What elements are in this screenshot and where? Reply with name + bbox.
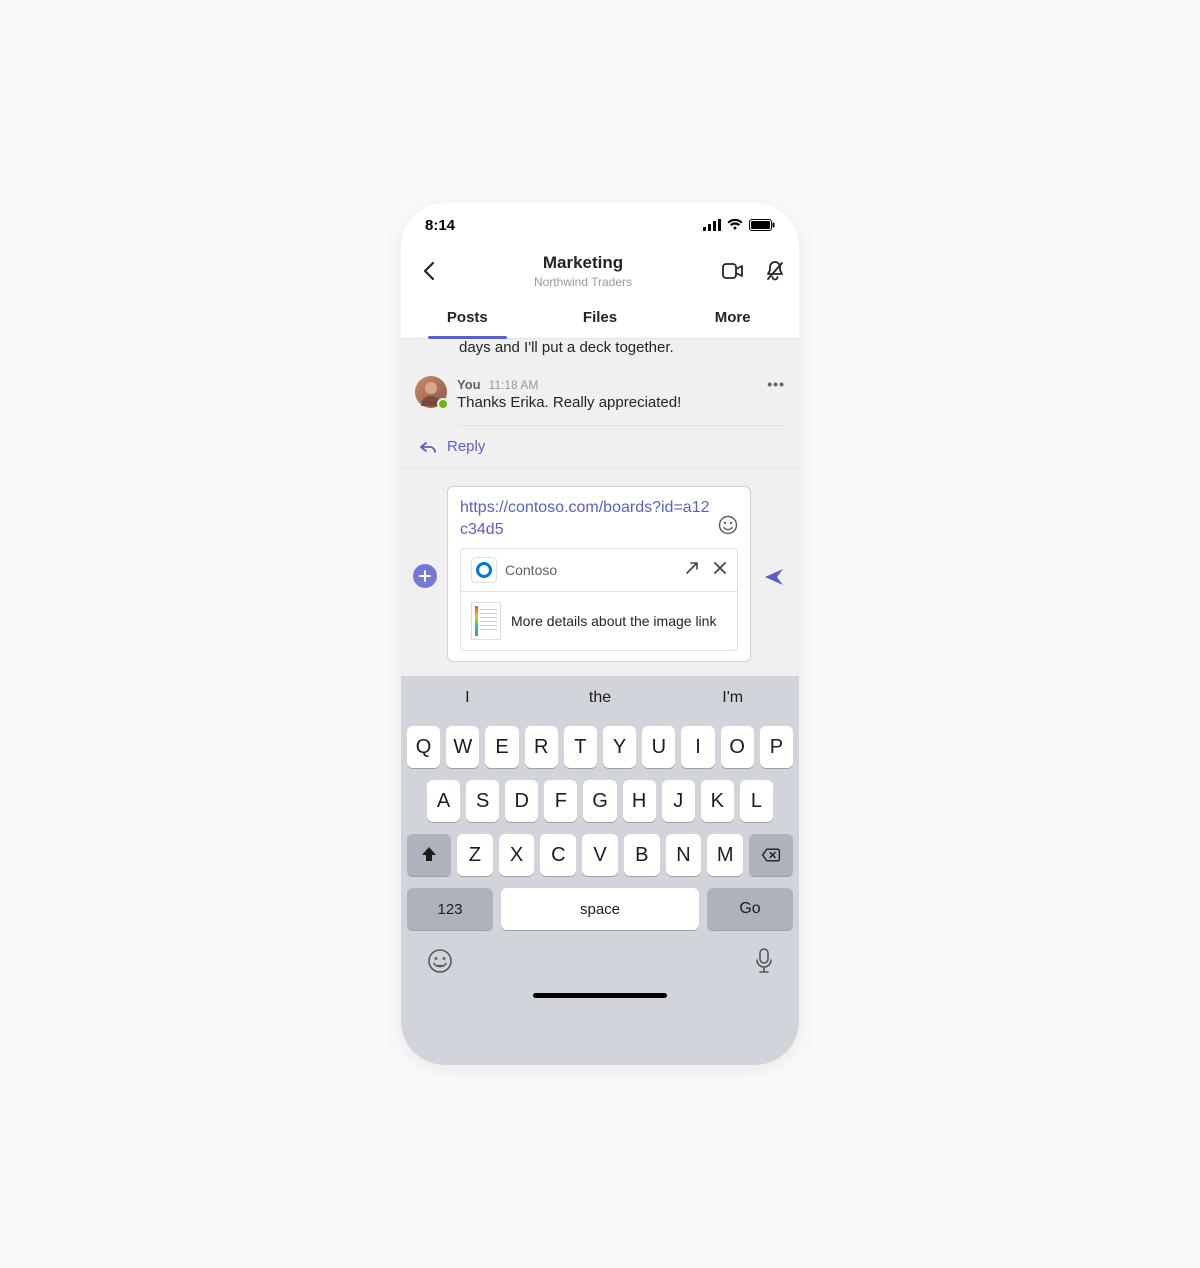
- key-u[interactable]: U: [642, 726, 675, 768]
- key-p[interactable]: P: [760, 726, 793, 768]
- shift-key[interactable]: [407, 834, 451, 876]
- dictation-button[interactable]: [755, 948, 773, 979]
- key-b[interactable]: B: [624, 834, 660, 876]
- key-n[interactable]: N: [666, 834, 702, 876]
- close-icon: [713, 561, 727, 575]
- key-z[interactable]: Z: [457, 834, 493, 876]
- expand-card-button[interactable]: [685, 561, 699, 580]
- compose-input[interactable]: https://contoso.com/boards?id=a12c34d5: [460, 497, 712, 540]
- expand-icon: [685, 561, 699, 575]
- message-more-button[interactable]: •••: [767, 376, 785, 392]
- keyboard: I the I'm QWERTYUIOP ASDFGHJKL ZXCVBNM 1…: [401, 676, 799, 1065]
- backspace-key[interactable]: [749, 834, 793, 876]
- key-q[interactable]: Q: [407, 726, 440, 768]
- channel-title: Marketing: [455, 253, 711, 273]
- keyboard-row: QWERTYUIOP: [401, 720, 799, 774]
- prev-message-fragment: days and I'll put a deck together.: [401, 339, 799, 366]
- battery-icon: [749, 219, 775, 231]
- presence-indicator: [437, 398, 449, 410]
- cellular-icon: [703, 219, 721, 231]
- keyboard-row: ASDFGHJKL: [401, 774, 799, 828]
- numbers-key[interactable]: 123: [407, 888, 493, 930]
- key-w[interactable]: W: [446, 726, 479, 768]
- key-r[interactable]: R: [525, 726, 558, 768]
- suggestion[interactable]: I'm: [666, 689, 799, 707]
- notifications-button[interactable]: [763, 259, 787, 283]
- message-time: 11:18 AM: [489, 378, 539, 392]
- space-key[interactable]: space: [501, 888, 699, 930]
- shift-icon: [419, 845, 439, 865]
- compose-area: https://contoso.com/boards?id=a12c34d5 C…: [401, 467, 799, 676]
- key-e[interactable]: E: [485, 726, 518, 768]
- reply-icon: [419, 439, 437, 455]
- message-list[interactable]: days and I'll put a deck together. You 1…: [401, 339, 799, 467]
- header: Marketing Northwind Traders: [401, 247, 799, 299]
- key-i[interactable]: I: [681, 726, 714, 768]
- key-s[interactable]: S: [466, 780, 499, 822]
- keyboard-row: 123 space Go: [401, 882, 799, 936]
- team-subtitle: Northwind Traders: [455, 275, 711, 289]
- phone-frame: 8:14 Marketing Northwind Traders Posts F…: [401, 203, 799, 1065]
- meet-button[interactable]: [721, 259, 745, 283]
- key-k[interactable]: K: [701, 780, 734, 822]
- keyboard-suggestions: I the I'm: [401, 676, 799, 720]
- app-name: Contoso: [505, 562, 677, 578]
- key-o[interactable]: O: [721, 726, 754, 768]
- tab-files[interactable]: Files: [534, 299, 667, 338]
- key-y[interactable]: Y: [603, 726, 636, 768]
- suggestion[interactable]: I: [401, 689, 534, 707]
- suggestion[interactable]: the: [534, 689, 667, 707]
- status-bar: 8:14: [401, 203, 799, 247]
- plus-icon: [419, 570, 431, 582]
- link-preview-card[interactable]: Contoso More details about the image lin…: [460, 548, 738, 651]
- card-description: More details about the image link: [511, 612, 716, 630]
- tab-more[interactable]: More: [666, 299, 799, 338]
- key-m[interactable]: M: [707, 834, 743, 876]
- key-h[interactable]: H: [623, 780, 656, 822]
- key-t[interactable]: T: [564, 726, 597, 768]
- tab-posts[interactable]: Posts: [401, 299, 534, 338]
- emoji-button[interactable]: [718, 515, 738, 540]
- smile-icon: [718, 515, 738, 535]
- backspace-icon: [761, 845, 781, 865]
- key-v[interactable]: V: [582, 834, 618, 876]
- compose-box[interactable]: https://contoso.com/boards?id=a12c34d5 C…: [447, 486, 751, 662]
- close-card-button[interactable]: [713, 561, 727, 580]
- key-g[interactable]: G: [583, 780, 616, 822]
- key-a[interactable]: A: [427, 780, 460, 822]
- message[interactable]: You 11:18 AM ••• Thanks Erika. Really ap…: [401, 366, 799, 425]
- wifi-icon: [727, 219, 743, 231]
- key-j[interactable]: J: [662, 780, 695, 822]
- tab-bar: Posts Files More: [401, 299, 799, 339]
- reply-button[interactable]: Reply: [401, 426, 799, 467]
- key-f[interactable]: F: [544, 780, 577, 822]
- go-key[interactable]: Go: [707, 888, 793, 930]
- reply-label: Reply: [447, 438, 485, 455]
- send-button[interactable]: [761, 564, 787, 590]
- key-l[interactable]: L: [740, 780, 773, 822]
- card-thumbnail: [471, 602, 501, 640]
- emoji-keyboard-button[interactable]: [427, 948, 453, 979]
- status-indicators: [703, 219, 775, 231]
- key-x[interactable]: X: [499, 834, 535, 876]
- key-c[interactable]: C: [540, 834, 576, 876]
- microphone-icon: [755, 948, 773, 974]
- status-time: 8:14: [425, 217, 455, 234]
- back-button[interactable]: [413, 255, 445, 287]
- add-attachment-button[interactable]: [413, 564, 437, 588]
- app-icon: [471, 557, 497, 583]
- avatar[interactable]: [415, 376, 447, 408]
- smile-icon: [427, 948, 453, 974]
- message-author: You: [457, 377, 481, 392]
- send-icon: [763, 566, 785, 588]
- home-indicator[interactable]: [533, 993, 667, 998]
- keyboard-row: ZXCVBNM: [401, 828, 799, 882]
- message-text: Thanks Erika. Really appreciated!: [457, 394, 785, 411]
- key-d[interactable]: D: [505, 780, 538, 822]
